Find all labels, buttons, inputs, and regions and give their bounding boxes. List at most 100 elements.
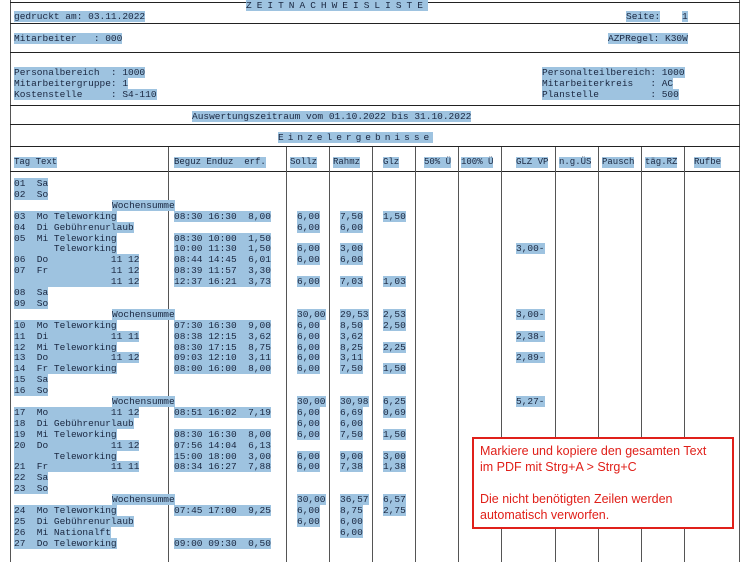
sollz-value: 6,00 xyxy=(297,330,320,342)
rahmz-value: 6,00 xyxy=(340,515,363,527)
col-ngus: n.g.ÜS xyxy=(559,157,592,168)
employee-field: Mitarbeiter : 000 xyxy=(14,33,123,44)
sollz-value: 6,00 xyxy=(297,363,320,375)
time-range: 08:44 14:45 6,01 xyxy=(174,254,271,266)
day-text: 23 So xyxy=(14,483,49,495)
day-text: 13 Do 11 12 xyxy=(14,352,140,364)
time-range: 08:30 10:00 1,50 xyxy=(174,232,271,244)
time-range: 07:56 14:04 6,13 xyxy=(174,439,271,451)
rahmz-value: 6,00 xyxy=(340,221,363,233)
rahmz-value: 29,53 xyxy=(340,308,369,320)
glz-value: 2,50 xyxy=(383,319,406,331)
glz-value: 6,25 xyxy=(383,396,406,407)
sollz-value: 6,00 xyxy=(297,221,320,233)
evaluation-period: Auswertungszeitraum vom 01.10.2022 bis 3… xyxy=(192,111,472,122)
glz-value: 2,53 xyxy=(383,308,406,320)
instruction-note: Markiere und kopiere den gesamten Text i… xyxy=(472,437,734,529)
divider xyxy=(10,124,740,125)
day-text: 07 Fr 11 12 xyxy=(14,265,140,277)
sollz-value: 6,00 xyxy=(297,210,320,222)
day-text: 11 Di 11 11 xyxy=(14,330,140,342)
left-border xyxy=(10,0,11,562)
glz-value: 2,25 xyxy=(383,341,406,353)
sollz-value: 6,00 xyxy=(297,450,320,462)
glz-value: 3,00 xyxy=(383,450,406,462)
sollz-value: 6,00 xyxy=(297,428,320,440)
col-sollz: Sollz xyxy=(290,157,318,168)
divider xyxy=(10,23,740,24)
day-text: 18 Di Gebührenurlaub xyxy=(14,417,134,429)
day-text: 14 Fr Teleworking xyxy=(14,363,117,375)
day-text: 17 Mo 11 12 xyxy=(14,406,140,418)
day-text: 10 Mo Teleworking xyxy=(14,319,117,331)
right-border xyxy=(739,0,740,562)
rahmz-value: 9,00 xyxy=(340,450,363,462)
rahmz-value: 3,00 xyxy=(340,243,363,255)
sollz-value: 30,00 xyxy=(297,308,326,320)
report-title: ZEITNACHWEISLISTE xyxy=(246,0,428,11)
employee-group-field: Mitarbeitergruppe: 1 xyxy=(14,78,129,89)
day-text: 21 Fr 11 11 xyxy=(14,461,140,473)
col-day: Tag Text xyxy=(14,157,58,168)
rahmz-value: 7,50 xyxy=(340,363,363,375)
note-line: Markiere und kopiere den gesamten Text xyxy=(480,444,707,458)
time-range: 10:00 11:30 1,50 xyxy=(174,243,271,255)
col-glz: Glz xyxy=(383,157,400,168)
time-range: 07:45 17:00 9,25 xyxy=(174,505,271,516)
glz-value: 1,03 xyxy=(383,276,406,288)
day-text: 16 So xyxy=(14,385,49,397)
time-range: 08:30 16:30 8,00 xyxy=(174,428,271,440)
glz-value: 1,50 xyxy=(383,428,406,440)
column-separator xyxy=(415,147,416,562)
day-text: 22 Sa xyxy=(14,472,49,484)
week-sum-label: Wochensumme xyxy=(112,396,175,407)
rahmz-value: 6,00 xyxy=(340,526,363,538)
col-pausch: Pausch xyxy=(602,157,635,168)
day-text: 27 Do Teleworking xyxy=(14,537,117,549)
divider xyxy=(10,52,740,53)
week-sum-label: Wochensumme xyxy=(112,308,175,320)
day-text: 02 So xyxy=(14,188,49,200)
day-text: 03 Mo Teleworking xyxy=(14,210,117,222)
divider xyxy=(10,146,740,147)
glz-value: 1,50 xyxy=(383,210,406,222)
col-tagrz: täg.RZ xyxy=(645,157,678,168)
column-separator xyxy=(372,147,373,562)
col-times: Beguz Enduz erf. xyxy=(174,157,266,168)
column-separator xyxy=(458,147,459,562)
note-line: Die nicht benötigten Zeilen werden xyxy=(480,492,673,506)
sollz-value: 6,00 xyxy=(297,505,320,516)
time-range: 08:30 17:15 8,75 xyxy=(174,341,271,353)
column-separator xyxy=(286,147,287,562)
sollz-value: 6,00 xyxy=(297,341,320,353)
rahmz-value: 6,00 xyxy=(340,254,363,266)
rahmz-value: 7,03 xyxy=(340,276,363,288)
time-range: 08:00 16:00 8,00 xyxy=(174,363,271,375)
glz-value: 6,57 xyxy=(383,494,406,506)
rahmz-value: 8,25 xyxy=(340,341,363,353)
glz-vp-value: 5,27- xyxy=(516,396,545,407)
plan-position-field: Planstelle : 500 xyxy=(542,89,679,100)
rahmz-value: 6,69 xyxy=(340,406,363,418)
day-text: 08 Sa xyxy=(14,287,49,298)
day-text: 26 Mi Nationalft xyxy=(14,526,111,538)
glz-value: 1,38 xyxy=(383,461,406,473)
rahmz-value: 30,98 xyxy=(340,396,369,407)
glz-vp-value: 3,00- xyxy=(516,308,545,320)
day-text: 19 Mi Teleworking xyxy=(14,428,117,440)
day-text: 11 12 xyxy=(14,276,140,288)
col-rufbe: Rufbe xyxy=(694,157,722,168)
time-range: 09:03 12:10 3,11 xyxy=(174,352,271,364)
week-sum-label: Wochensumme xyxy=(112,494,175,506)
day-text: Teleworking xyxy=(14,450,117,462)
rahmz-value: 8,75 xyxy=(340,505,363,516)
day-text: 01 Sa xyxy=(14,178,49,189)
rahmz-value: 6,00 xyxy=(340,417,363,429)
column-separator xyxy=(329,147,330,562)
day-text: 12 Mi Teleworking xyxy=(14,341,117,353)
day-text: 20 Do 11 12 xyxy=(14,439,140,451)
sollz-value: 30,00 xyxy=(297,396,326,407)
col-100: 100% Ü xyxy=(461,157,494,168)
time-range: 08:39 11:57 3,30 xyxy=(174,265,271,277)
note-line: im PDF mit Strg+A > Strg+C xyxy=(480,460,637,474)
